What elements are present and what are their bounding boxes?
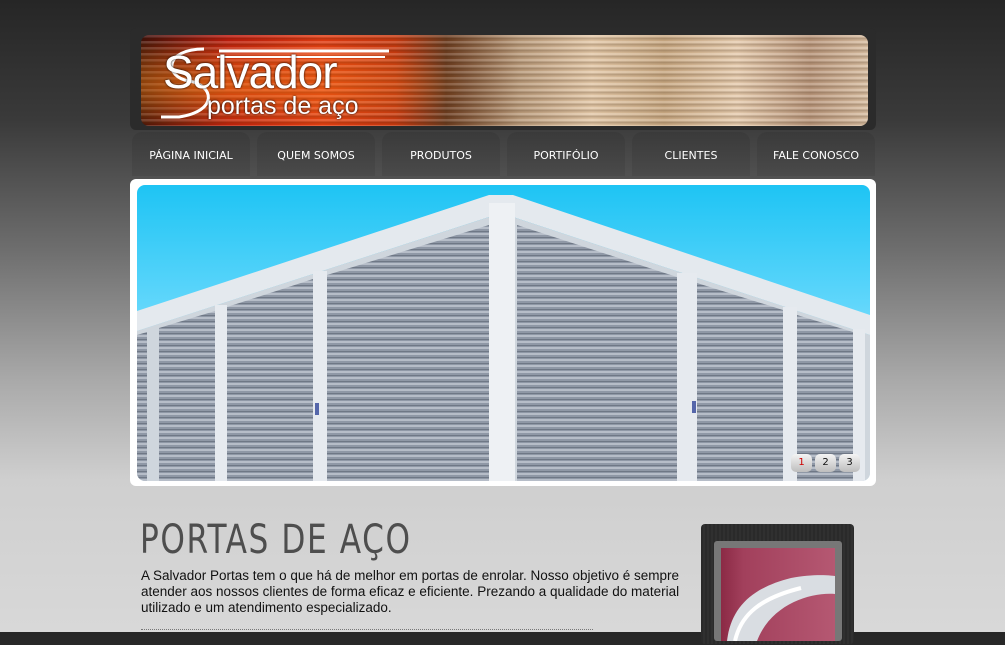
product-frame [714, 541, 842, 642]
image-slider: 123 [130, 179, 876, 486]
nav-item-pagina-inicial[interactable]: PÁGINA INICIAL [132, 132, 250, 176]
nav-item-portifolio[interactable]: PORTIFÓLIO [507, 132, 625, 176]
brand-tagline: portas de aço [207, 92, 359, 120]
pager-button-3[interactable]: 3 [839, 454, 860, 472]
page-title: PORTAS DE AÇO [140, 517, 412, 563]
pager-button-2[interactable]: 2 [815, 454, 836, 472]
product-image [721, 548, 835, 642]
intro-paragraph: A Salvador Portas tem o que há de melhor… [141, 568, 680, 615]
main-nav: PÁGINA INICIAL QUEM SOMOS PRODUTOS PORTI… [130, 132, 876, 176]
nav-item-quem-somos[interactable]: QUEM SOMOS [257, 132, 375, 176]
nav-item-fale-conosco[interactable]: FALE CONOSCO [757, 132, 875, 176]
divider [141, 629, 593, 630]
nav-item-produtos[interactable]: PRODUTOS [382, 132, 500, 176]
building-illustration [137, 195, 870, 481]
product-thumbnail-box[interactable] [701, 524, 854, 644]
brand-name: Salvador [163, 46, 338, 98]
site-header: Salvador portas de aço [130, 28, 876, 130]
slide-image-steel-doors: 123 [137, 185, 870, 481]
header-banner: Salvador portas de aço [141, 35, 868, 126]
steel-slat-illustration [727, 575, 835, 642]
slider-pager: 123 [788, 450, 860, 472]
pager-button-1[interactable]: 1 [791, 454, 812, 472]
nav-item-clientes[interactable]: CLIENTES [632, 132, 750, 176]
